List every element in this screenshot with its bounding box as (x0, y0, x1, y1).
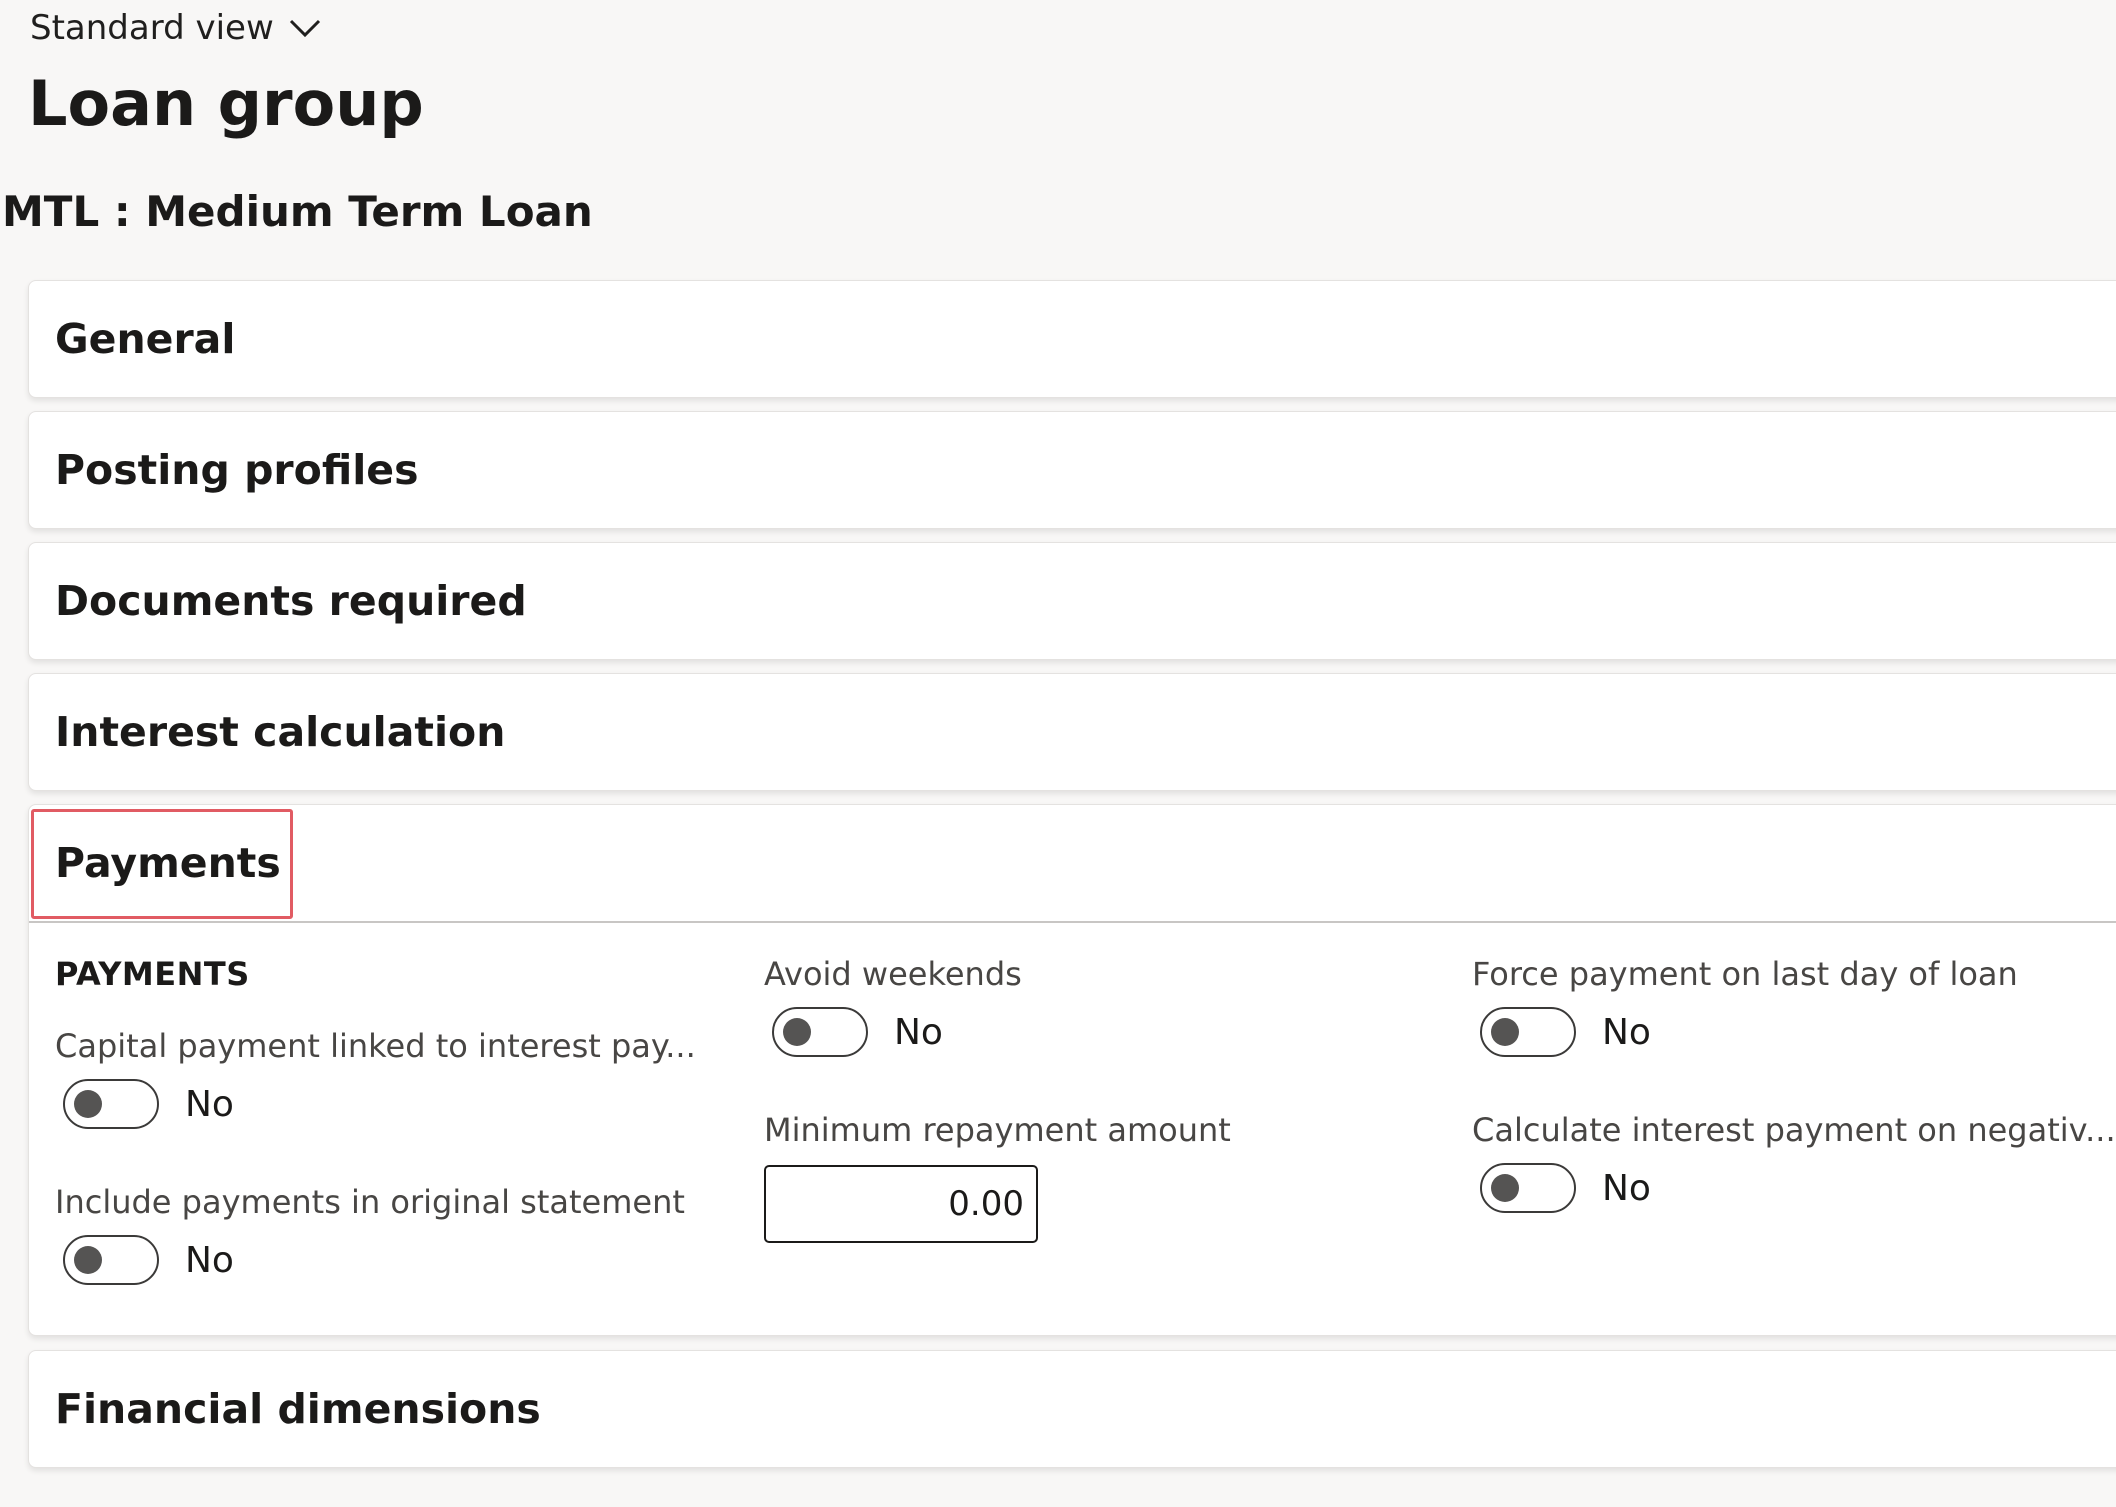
toggle-knob (1491, 1174, 1519, 1202)
fasttab-interest-calculation-header[interactable]: Interest calculation (29, 674, 2116, 790)
fasttab-payments: Payments PAYMENTS Capital payment linked… (28, 804, 2116, 1336)
calculate-interest-negative-label: Calculate interest payment on negativ... (1472, 1111, 2116, 1149)
fasttab-payments-header[interactable]: Payments (29, 805, 2116, 923)
fasttab-title: Financial dimensions (55, 1385, 541, 1433)
view-selector-label: Standard view (30, 8, 274, 48)
toggle-value: No (894, 1011, 943, 1053)
toggle-switch[interactable] (63, 1079, 159, 1129)
capital-payment-linked-toggle[interactable]: No (63, 1079, 234, 1129)
toggle-switch[interactable] (1480, 1163, 1576, 1213)
toggle-value: No (1602, 1011, 1651, 1053)
toggle-knob (74, 1090, 102, 1118)
fasttab-title: Documents required (55, 577, 527, 625)
include-payments-original-toggle[interactable]: No (63, 1235, 234, 1285)
toggle-switch[interactable] (772, 1007, 868, 1057)
toggle-knob (783, 1018, 811, 1046)
fasttab-title: Interest calculation (55, 708, 506, 756)
fasttab-general: General (28, 280, 2116, 398)
force-payment-last-day-toggle[interactable]: No (1480, 1007, 1651, 1057)
fasttab-financial-dimensions: Financial dimensions (28, 1350, 2116, 1468)
record-caption: MTL : Medium Term Loan (2, 187, 593, 236)
fasttab-posting-profiles-header[interactable]: Posting profiles (29, 412, 2116, 528)
include-payments-original-label: Include payments in original statement (55, 1183, 685, 1221)
fasttab-financial-dimensions-header[interactable]: Financial dimensions (29, 1351, 2116, 1467)
view-selector[interactable]: Standard view (30, 8, 322, 48)
highlight-box (31, 809, 293, 919)
fasttab-title: Posting profiles (55, 446, 419, 494)
minimum-repayment-label: Minimum repayment amount (764, 1111, 1231, 1149)
group-caption: PAYMENTS (55, 955, 250, 993)
chevron-down-icon (289, 19, 320, 38)
fasttab-documents-required: Documents required (28, 542, 2116, 660)
toggle-value: No (1602, 1167, 1651, 1209)
force-payment-last-day-label: Force payment on last day of loan (1472, 955, 2018, 993)
fasttab-general-header[interactable]: General (29, 281, 2116, 397)
toggle-value: No (185, 1239, 234, 1281)
fasttab-posting-profiles: Posting profiles (28, 411, 2116, 529)
fasttab-interest-calculation: Interest calculation (28, 673, 2116, 791)
payments-section-body: PAYMENTS Capital payment linked to inter… (29, 923, 2116, 1335)
toggle-value: No (185, 1083, 234, 1125)
fasttab-title: General (55, 315, 236, 363)
capital-payment-linked-label: Capital payment linked to interest pay..… (55, 1027, 696, 1065)
toggle-knob (1491, 1018, 1519, 1046)
fasttab-documents-required-header[interactable]: Documents required (29, 543, 2116, 659)
minimum-repayment-input[interactable] (764, 1165, 1038, 1243)
calculate-interest-negative-toggle[interactable]: No (1480, 1163, 1651, 1213)
toggle-knob (74, 1246, 102, 1274)
avoid-weekends-toggle[interactable]: No (772, 1007, 943, 1057)
avoid-weekends-label: Avoid weekends (764, 955, 1022, 993)
toggle-switch[interactable] (63, 1235, 159, 1285)
page-title: Loan group (28, 67, 424, 140)
toggle-switch[interactable] (1480, 1007, 1576, 1057)
